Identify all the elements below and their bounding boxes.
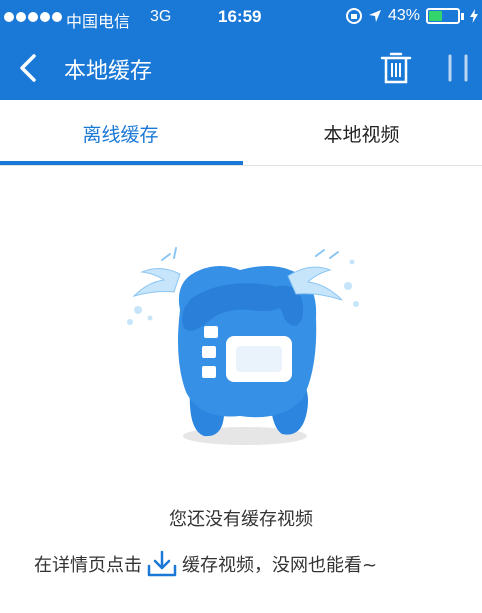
charging-bolt-icon — [470, 9, 478, 23]
crying-mascot-illustration — [127, 247, 359, 445]
empty-state-hint: 在详情页点击 缓存视频，没网也能看~ — [34, 549, 377, 579]
empty-state-title: 您还没有缓存视频 — [169, 509, 313, 530]
hint-text-after: 缓存视频，没网也能看~ — [182, 555, 378, 576]
more-icon — [448, 54, 468, 82]
battery-tip — [461, 12, 464, 20]
status-right-group: 43% — [345, 7, 478, 25]
location-arrow-icon — [368, 10, 381, 22]
nav-bar: 本地缓存 — [0, 36, 482, 100]
page-title: 本地缓存 — [64, 59, 153, 84]
clock: 16:59 — [218, 7, 262, 26]
carrier-name: 中国电信 — [66, 12, 131, 31]
active-tab-indicator — [0, 161, 243, 165]
delete-button[interactable] — [378, 48, 414, 88]
back-button[interactable] — [12, 50, 48, 86]
battery-percent: 43% — [387, 7, 420, 24]
status-bar: 中国电信 3G 16:59 43% — [0, 0, 482, 36]
tab-offline-cache[interactable]: 离线缓存 — [0, 100, 241, 166]
rotation-lock-icon — [345, 8, 362, 24]
tab-bar: 离线缓存 本地视频 — [0, 100, 482, 166]
network-type: 3G — [150, 8, 172, 25]
signal-strength-icon — [4, 12, 62, 22]
tab-local-video[interactable]: 本地视频 — [241, 100, 482, 166]
trash-icon — [380, 52, 412, 84]
hint-text-before: 在详情页点击 — [34, 555, 142, 576]
download-icon — [147, 550, 177, 577]
battery-icon — [426, 8, 460, 24]
chevron-left-icon — [20, 54, 36, 82]
more-button[interactable] — [444, 52, 472, 84]
